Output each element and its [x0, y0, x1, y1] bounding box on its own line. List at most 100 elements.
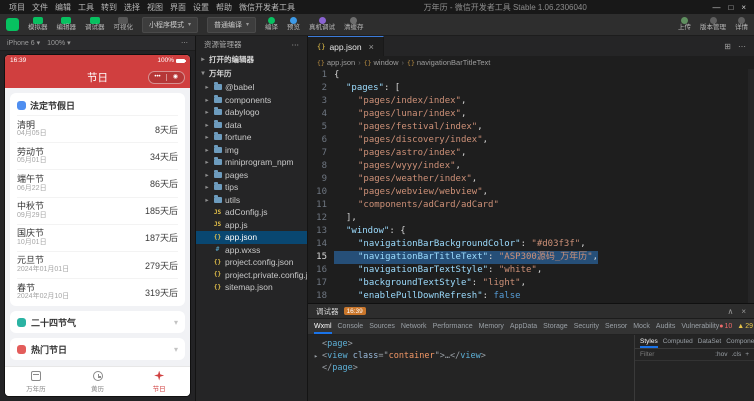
tree-item[interactable]: {} project.config.json [196, 256, 307, 269]
dom-node[interactable]: < page > [314, 338, 628, 350]
code-line[interactable]: 13 "window": { [308, 225, 754, 238]
toolbar-toggle[interactable]: 可视化 [114, 17, 133, 32]
wxml-dom-tree[interactable]: < page > ▸ < view class =" container "> …</view > <… [308, 335, 634, 401]
toolbar-action-button[interactable]: 清缓存 [344, 17, 364, 32]
code-line[interactable]: 18 "enablePullDownRefresh": false [308, 290, 754, 303]
style-tool-button[interactable]: + [745, 351, 749, 358]
style-tool-button[interactable]: :hov [715, 351, 727, 358]
toolbar-action-button[interactable]: 编译 [265, 17, 278, 32]
menu-item[interactable]: 视图 [144, 2, 166, 13]
code-line[interactable]: 12], [308, 212, 754, 225]
collapsible-section[interactable]: 二十四节气 ▾ [10, 311, 185, 334]
toolbar-toggle[interactable]: 模拟器 [28, 17, 48, 32]
tree-item[interactable]: ▸ @babel [196, 81, 307, 94]
code-editor[interactable]: 1{2 "pages": [3 "pages/index/index", 4 "page… [308, 69, 754, 303]
holiday-row[interactable]: 劳动节 05月01日 34天后 [17, 142, 178, 169]
device-selector[interactable]: iPhone 6 ▾ [7, 39, 40, 48]
menu-item[interactable]: 微信开发者工具 [236, 2, 298, 13]
code-line[interactable]: 2 "pages": [ [308, 82, 754, 95]
menu-item[interactable]: 设置 [190, 2, 212, 13]
toolbar-action-button[interactable]: 真机调试 [309, 17, 335, 32]
open-editors-section[interactable]: ▸ 打开的编辑器 [196, 52, 307, 66]
project-root-folder[interactable]: ▾ 万年历 [196, 66, 307, 80]
toolbar-action-button[interactable]: 上传 [678, 17, 691, 32]
tree-item[interactable]: ▸ dabylogo [196, 106, 307, 119]
tree-item[interactable]: {}project.private.config.json [196, 269, 307, 282]
tree-item[interactable]: ▸ fortune [196, 131, 307, 144]
toolbar-toggle[interactable]: 调试器 [85, 17, 105, 32]
compile-mode-dropdown[interactable]: 普通编译 ▾ [207, 16, 257, 33]
tree-item[interactable]: ▸ data [196, 119, 307, 132]
menu-item[interactable]: 工具 [75, 2, 97, 13]
devtools-tab-performance[interactable]: Performance [433, 319, 473, 334]
more-actions-icon[interactable]: ⋯ [292, 40, 300, 49]
tree-item[interactable]: ▸ utils [196, 194, 307, 207]
toolbar-action-button[interactable]: 版本管理 [700, 17, 726, 32]
menu-item[interactable]: 转到 [98, 2, 120, 13]
tabbar-item-calendar[interactable]: 万年历 [5, 367, 67, 396]
close-button[interactable]: × [741, 3, 746, 12]
devtools-tab-security[interactable]: Security [574, 319, 599, 334]
code-line[interactable]: 16 "navigationBarTextStyle": "white", [308, 264, 754, 277]
simulator-more-button[interactable]: ⋯ [181, 39, 188, 47]
code-line[interactable]: 17 "backgroundTextStyle": "light", [308, 277, 754, 290]
devtools-tab-sensor[interactable]: Sensor [605, 319, 627, 334]
split-editor-icon[interactable]: ⊞ [724, 42, 731, 51]
minimize-button[interactable]: — [712, 3, 720, 12]
collapsible-section[interactable]: 热门节日 ▾ [10, 338, 185, 361]
devtools-tab-sources[interactable]: Sources [369, 319, 395, 334]
menu-item[interactable]: 项目 [6, 2, 28, 13]
styles-tab-component-data[interactable]: Component Data [726, 335, 754, 348]
toolbar-toggle[interactable]: 编辑器 [57, 17, 76, 32]
tree-item[interactable]: {} app.json [196, 231, 307, 244]
holiday-row[interactable]: 元旦节 2024年01月01日 279天后 [17, 250, 178, 278]
code-line[interactable]: 3 "pages/index/index", [308, 95, 754, 108]
breadcrumb-item[interactable]: {} window [364, 58, 399, 67]
tree-item[interactable]: JS adConfig.js [196, 206, 307, 219]
devtools-tab-vulnerability[interactable]: Vulnerability [681, 319, 719, 334]
code-line[interactable]: 1{ [308, 69, 754, 82]
mode-dropdown[interactable]: 小程序模式 ▾ [142, 16, 199, 33]
devtools-tab-wxml[interactable]: Wxml [314, 319, 332, 334]
tabbar-item-burst[interactable]: 节日 [128, 367, 190, 396]
tree-item[interactable]: ▸ miniprogram_npm [196, 156, 307, 169]
holiday-row[interactable]: 端午节 06月22日 86天后 [17, 169, 178, 196]
tree-item[interactable]: ▸ tips [196, 181, 307, 194]
devtools-tab-audits[interactable]: Audits [656, 319, 675, 334]
tree-item[interactable]: ▸ pages [196, 169, 307, 182]
toolbar-action-button[interactable]: 预览 [287, 17, 300, 32]
code-line[interactable]: 8 "pages/wyyy/index", [308, 160, 754, 173]
code-line[interactable]: 9 "pages/weather/index", [308, 173, 754, 186]
devtools-tab-network[interactable]: Network [401, 319, 427, 334]
styles-tab-computed[interactable]: Computed [663, 335, 693, 348]
style-tool-button[interactable]: .cls [731, 351, 741, 358]
tree-item[interactable]: JS app.js [196, 219, 307, 232]
menu-item[interactable]: 编辑 [52, 2, 74, 13]
styles-tab-dataset[interactable]: DataSet [698, 335, 722, 348]
breadcrumb-item[interactable]: {} app.json [317, 58, 355, 67]
devtools-tab-memory[interactable]: Memory [479, 319, 504, 334]
styles-tab-styles[interactable]: Styles [640, 335, 658, 348]
code-line[interactable]: 10 "pages/webview/webview", [308, 186, 754, 199]
styles-filter-input[interactable]: Filter [640, 351, 654, 358]
code-line[interactable]: 6 "pages/discovery/index", [308, 134, 754, 147]
devtools-tab-mock[interactable]: Mock [633, 319, 650, 334]
toolbar-action-button[interactable]: 详情 [735, 17, 748, 32]
menu-item[interactable]: 选择 [121, 2, 143, 13]
breadcrumb-item[interactable]: {} navigationBarTitleText [407, 58, 490, 67]
tree-item[interactable]: {} sitemap.json [196, 281, 307, 294]
tree-item[interactable]: ▸ img [196, 144, 307, 157]
maximize-button[interactable]: □ [728, 3, 733, 12]
close-tab-icon[interactable]: × [369, 42, 374, 52]
code-line[interactable]: 4 "pages/lunar/index", [308, 108, 754, 121]
zoom-selector[interactable]: 100% ▾ [47, 39, 70, 48]
code-line[interactable]: 15 "navigationBarTitleText": "ASP300源码_万年… [308, 251, 754, 264]
code-line[interactable]: 5 "pages/festival/index", [308, 121, 754, 134]
code-line[interactable]: 7 "pages/astro/index", [308, 147, 754, 160]
code-line[interactable]: 11 "components/adCard/adCard" [308, 199, 754, 212]
tree-item[interactable]: ▸ components [196, 94, 307, 107]
more-dots-icon[interactable]: ••• [149, 74, 166, 80]
more-actions-icon[interactable]: ⋯ [738, 42, 746, 51]
close-panel-icon[interactable]: × [741, 307, 746, 316]
devtools-tab-console[interactable]: Console [338, 319, 364, 334]
